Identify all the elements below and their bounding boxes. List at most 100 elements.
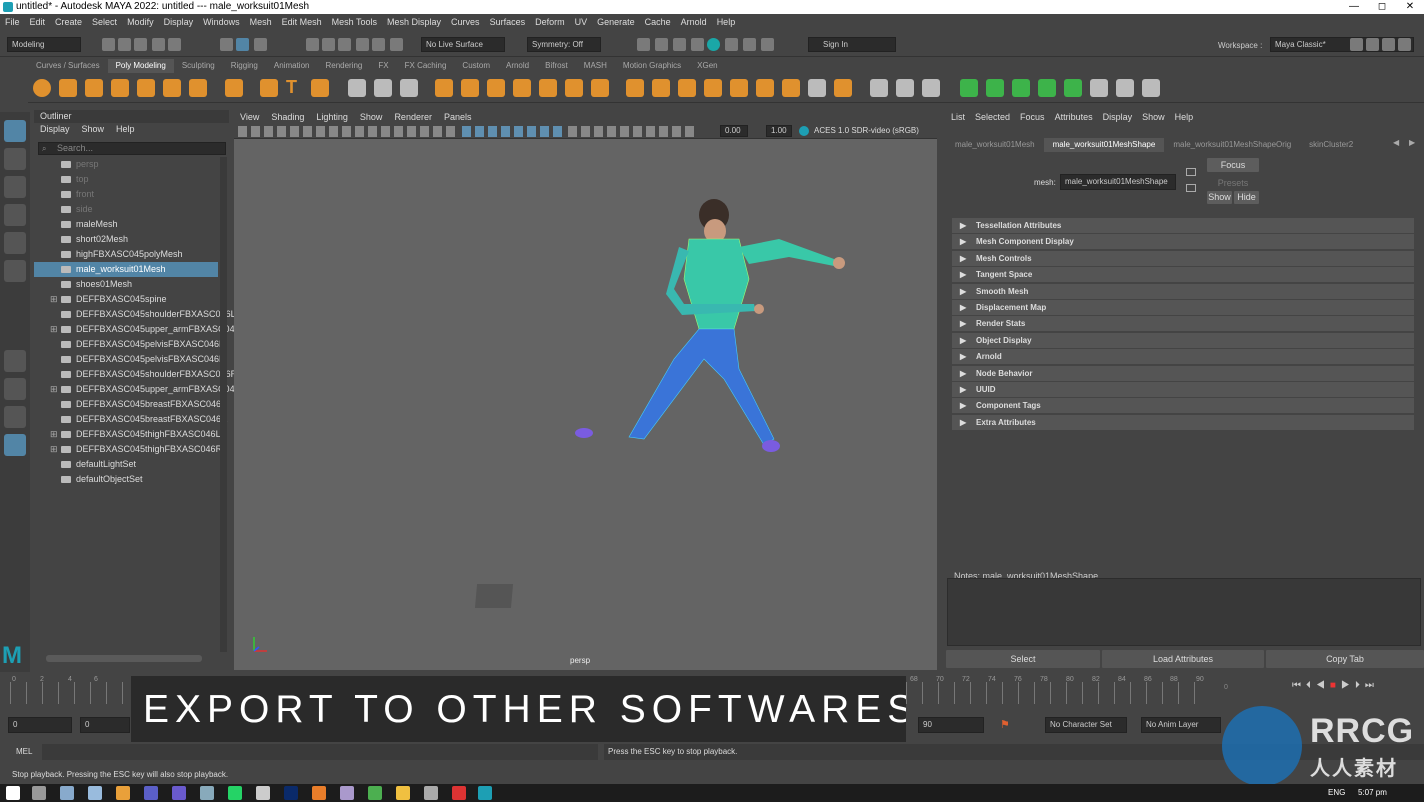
- undo-icon[interactable]: [152, 38, 165, 51]
- viewport-menu-renderer[interactable]: Renderer: [388, 110, 438, 125]
- redo-icon[interactable]: [168, 38, 181, 51]
- append-icon[interactable]: [704, 79, 722, 97]
- select-hierarchy-icon[interactable]: [220, 38, 233, 51]
- expand-arrow-icon[interactable]: ▶: [960, 267, 966, 282]
- select-object-icon[interactable]: [236, 38, 249, 51]
- shelf-tab-fx-caching[interactable]: FX Caching: [397, 59, 455, 73]
- shelf-tab-custom[interactable]: Custom: [454, 59, 498, 73]
- whatsapp-icon[interactable]: [228, 786, 242, 800]
- select-component-icon[interactable]: [254, 38, 267, 51]
- language-indicator[interactable]: ENG: [1328, 788, 1345, 797]
- hypershade-icon[interactable]: [707, 38, 720, 51]
- outliner-item[interactable]: ⊞ DEFFBXASC045thighFBXASC046L: [34, 427, 221, 442]
- sign-in-dropdown[interactable]: Sign In: [808, 37, 896, 52]
- teams-icon[interactable]: [144, 786, 158, 800]
- ae-tab[interactable]: skinCluster2: [1300, 138, 1362, 152]
- menu-mesh[interactable]: Mesh: [245, 17, 277, 27]
- uv-cylindrical-icon[interactable]: [986, 79, 1004, 97]
- modeling-toolkit-icon[interactable]: [1350, 38, 1363, 51]
- ae-section[interactable]: ▶ Mesh Component Display: [952, 234, 1414, 250]
- shelf-tab-motion-graphics[interactable]: Motion Graphics: [615, 59, 689, 73]
- outliner-item[interactable]: ⊞ DEFFBXASC045spine: [34, 292, 218, 307]
- outliner-scrollbar[interactable]: [220, 157, 227, 652]
- four-view-icon[interactable]: [4, 378, 26, 400]
- extrude-icon[interactable]: [626, 79, 644, 97]
- tool-settings-icon[interactable]: [1398, 38, 1411, 51]
- menu-windows[interactable]: Windows: [198, 17, 245, 27]
- star-icon[interactable]: [260, 79, 278, 97]
- poly-disc-icon[interactable]: [189, 79, 207, 97]
- viewport-panel[interactable]: View Shading Lighting Show Renderer Pane…: [234, 110, 937, 670]
- menu-uv[interactable]: UV: [570, 17, 593, 27]
- expand-arrow-icon[interactable]: ▶: [960, 316, 966, 331]
- fill-hole-icon[interactable]: [730, 79, 748, 97]
- ae-tab[interactable]: male_worksuit01MeshShapeOrig: [1164, 138, 1300, 152]
- snap-surface-icon[interactable]: [372, 38, 385, 51]
- blender-icon[interactable]: [312, 786, 326, 800]
- chrome-icon[interactable]: [368, 786, 382, 800]
- outliner-item[interactable]: DEFFBXASC045shoulderFBXASC046L: [34, 307, 236, 322]
- copy-tab-button[interactable]: Copy Tab: [1266, 650, 1424, 668]
- viewport-menu-show[interactable]: Show: [354, 110, 389, 125]
- character-model[interactable]: [575, 199, 845, 452]
- ae-section[interactable]: ▶ Extra Attributes: [952, 414, 1414, 430]
- uv-planar-icon[interactable]: [960, 79, 978, 97]
- bevel-icon[interactable]: [678, 79, 696, 97]
- ae-tab[interactable]: male_worksuit01Mesh: [946, 138, 1044, 152]
- menu-generate[interactable]: Generate: [592, 17, 640, 27]
- mirror-icon[interactable]: [487, 79, 505, 97]
- outliner-item[interactable]: short02Mesh: [34, 232, 218, 247]
- select-tool-icon[interactable]: [4, 120, 26, 142]
- menu-curves[interactable]: Curves: [446, 17, 485, 27]
- menu-surfaces[interactable]: Surfaces: [485, 17, 531, 27]
- paint-select-icon[interactable]: [4, 176, 26, 198]
- exposure-field[interactable]: 0.00: [720, 125, 748, 137]
- expand-arrow-icon[interactable]: ▶: [960, 349, 966, 364]
- shelf-tab-arnold[interactable]: Arnold: [498, 59, 537, 73]
- poly-cone-icon[interactable]: [111, 79, 129, 97]
- render-settings-icon[interactable]: [691, 38, 704, 51]
- ae-menu-help[interactable]: Help: [1170, 110, 1199, 124]
- file-explorer-icon[interactable]: [396, 786, 410, 800]
- ae-section[interactable]: ▶ Displacement Map: [952, 300, 1414, 315]
- load-attributes-button[interactable]: Load Attributes: [1102, 650, 1264, 668]
- attribute-editor-toggle-icon[interactable]: [1382, 38, 1395, 51]
- uv-toolkit-icon[interactable]: [1116, 79, 1134, 97]
- select-button[interactable]: Select: [946, 650, 1100, 668]
- expand-icon[interactable]: ⊞: [50, 442, 58, 457]
- ae-menu-display[interactable]: Display: [1098, 110, 1138, 124]
- ground-grid-object[interactable]: [474, 584, 514, 608]
- outliner-item[interactable]: DEFFBXASC045shoulderFBXASC046R: [34, 367, 237, 382]
- vlc-icon[interactable]: [116, 786, 130, 800]
- ae-section[interactable]: ▶ Object Display: [952, 332, 1414, 348]
- live-surface-dropdown[interactable]: No Live Surface: [421, 37, 505, 52]
- ipr-render-icon[interactable]: [673, 38, 686, 51]
- smooth-icon[interactable]: [513, 79, 531, 97]
- expand-arrow-icon[interactable]: ▶: [960, 251, 966, 266]
- character-set-dropdown[interactable]: No Character Set: [1045, 717, 1127, 733]
- viewport-menu-view[interactable]: View: [234, 110, 265, 125]
- collapse-icon[interactable]: [782, 79, 800, 97]
- expand-arrow-icon[interactable]: ▶: [960, 382, 966, 397]
- outliner-item[interactable]: DEFFBXASC045pelvisFBXASC046L: [34, 337, 224, 352]
- menu-edit[interactable]: Edit: [25, 17, 51, 27]
- snap-pivot-icon[interactable]: [390, 38, 403, 51]
- menu-help[interactable]: Help: [712, 17, 741, 27]
- menu-modify[interactable]: Modify: [122, 17, 159, 27]
- outliner-menu-display[interactable]: Display: [34, 124, 76, 137]
- display-toggle-icons[interactable]: [568, 126, 698, 137]
- maya-taskbar-icon[interactable]: [478, 786, 492, 800]
- outliner-item[interactable]: top: [34, 172, 218, 187]
- new-scene-icon[interactable]: [102, 38, 115, 51]
- mel-label[interactable]: MEL: [16, 747, 32, 756]
- mel-input[interactable]: [42, 744, 598, 760]
- outliner-h-scrollbar[interactable]: [46, 655, 202, 662]
- multi-cut-icon[interactable]: [834, 79, 852, 97]
- color-management-icon[interactable]: [799, 126, 809, 136]
- stop-playback-icon[interactable]: ■: [1330, 680, 1341, 691]
- snap-curve-icon[interactable]: [322, 38, 335, 51]
- menu-mesh-tools[interactable]: Mesh Tools: [327, 17, 382, 27]
- ae-section[interactable]: ▶ Smooth Mesh: [952, 283, 1414, 299]
- svg-tool-icon[interactable]: [311, 79, 329, 97]
- outliner-item[interactable]: DEFFBXASC045pelvisFBXASC046R: [34, 352, 226, 367]
